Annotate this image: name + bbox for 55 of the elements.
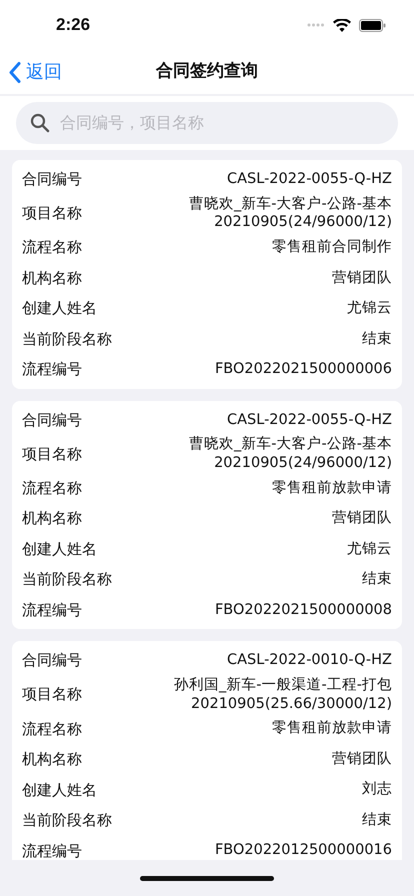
field-label: 当前阶段名称: [22, 328, 112, 350]
field-value: 零售租前放款申请: [272, 719, 392, 738]
field-label: 项目名称: [22, 444, 82, 465]
field-label: 创建人姓名: [22, 298, 97, 320]
battery-icon: [359, 18, 386, 32]
field-value: 结束: [362, 330, 392, 348]
wifi-icon: [333, 18, 351, 32]
field-value: 曹晓欢_新车-大客户-公路-基本 20210905(24/96000/12): [189, 194, 392, 232]
field-label: 合同编号: [22, 169, 82, 190]
field-label: 机构名称: [22, 268, 82, 289]
field-value: 尤锦云: [347, 540, 392, 559]
signal-icon: [307, 23, 325, 27]
record-card[interactable]: 合同编号 CASL-2022-0010-Q-HZ 项目名称 孙利国_新车-一般渠道-工程-打包 20210905(25.66/30000/12) 流程名称 零售租前放款申请 机构名称 营销团队 创建人姓名 刘志 当前阶段名称 结束 流程编号 FBO2022012500000016: [12, 641, 402, 860]
back-button[interactable]: 返回: [8, 58, 62, 86]
field-label: 流程名称: [22, 237, 82, 258]
field-value: 结束: [362, 810, 392, 830]
field-label: 项目名称: [22, 684, 82, 706]
field-label: 流程名称: [22, 718, 82, 740]
field-value: 孙利国_新车-一般渠道-工程-打包 20210905(25.66/30000/12): [174, 676, 392, 714]
record-card[interactable]: 合同编号 CASL-2022-0055-Q-HZ 项目名称 曹晓欢_新车-大客户-公路-基本 20210905(24/96000/12) 流程名称 零售租前合同制作 机构名称 营销团队 创建人姓名 尤锦云 当前阶段名称 结束 流程编号 FBO2022021500000006: [12, 160, 402, 389]
page-title: 合同签约查询: [156, 60, 258, 84]
field-value: FBO2022021500000006: [214, 360, 392, 379]
field-value: 营销团队: [332, 750, 392, 769]
field-label: 流程编号: [22, 840, 82, 860]
field-value: 尤锦云: [347, 299, 392, 318]
field-value: 曹晓欢_新车-大客户-公路-基本 20210905(24/96000/12): [189, 435, 392, 473]
search-input[interactable]: 合同编号，项目名称: [58, 110, 384, 136]
search-icon: [30, 113, 50, 133]
field-value: FBO2022021500000008: [214, 600, 392, 620]
field-label: 当前阶段名称: [22, 569, 112, 590]
field-value: 结束: [362, 570, 392, 590]
field-value: CASL-2022-0055-Q-HZ: [227, 170, 392, 189]
field-value: FBO2022012500000016: [214, 841, 392, 860]
field-label: 机构名称: [22, 749, 82, 770]
field-label: 合同编号: [22, 410, 82, 431]
record-card[interactable]: 合同编号 CASL-2022-0055-Q-HZ 项目名称 曹晓欢_新车-大客户-公路-基本 20210905(24/96000/12) 流程名称 零售租前放款申请 机构名称 营销团队 创建人姓名 尤锦云 当前阶段名称 结束 流程编号 FBO2022021500000008: [12, 400, 402, 630]
status-time: 2:26: [56, 14, 90, 36]
field-value: 零售租前合同制作: [272, 238, 392, 257]
field-value: CASL-2022-0055-Q-HZ: [227, 410, 392, 430]
field-label: 流程编号: [22, 600, 82, 621]
field-value: 零售租前放款申请: [272, 478, 392, 498]
field-label: 项目名称: [22, 203, 82, 224]
field-label: 流程编号: [22, 359, 82, 380]
field-value: 刘志: [362, 780, 392, 800]
field-value: 营销团队: [332, 509, 392, 528]
field-value: 营销团队: [332, 268, 392, 288]
field-label: 机构名称: [22, 508, 82, 530]
search-field[interactable]: 合同编号，项目名称: [16, 102, 398, 144]
field-label: 流程名称: [22, 478, 82, 499]
field-label: 创建人姓名: [22, 780, 97, 801]
field-label: 合同编号: [22, 650, 82, 672]
field-label: 当前阶段名称: [22, 810, 112, 832]
field-value: CASL-2022-0010-Q-HZ: [227, 651, 392, 670]
back-chevron-icon: [8, 61, 22, 83]
field-label: 创建人姓名: [22, 538, 97, 560]
